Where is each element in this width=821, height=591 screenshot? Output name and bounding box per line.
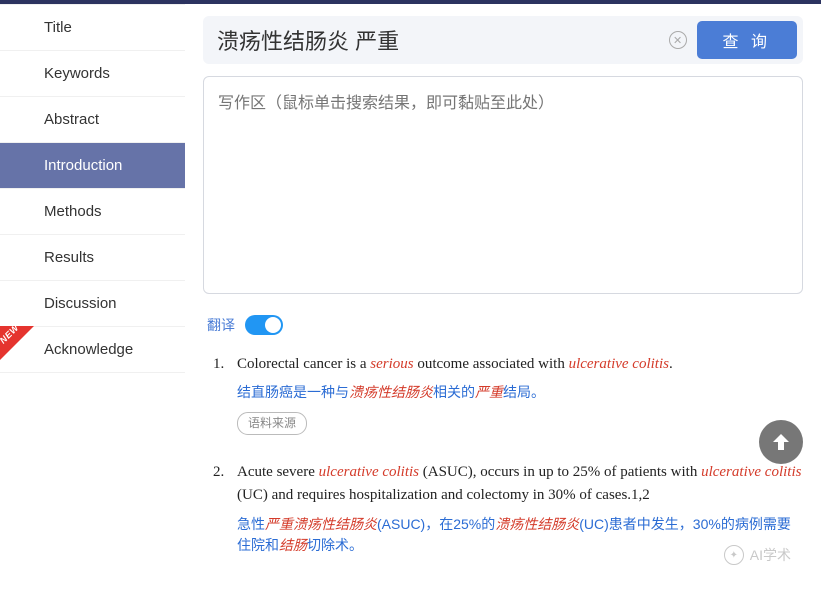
sidebar-item-abstract[interactable]: Abstract [0, 97, 185, 143]
result-text: Acute severe ulcerative colitis (ASUC), … [237, 464, 801, 503]
new-badge: NEW [0, 326, 34, 360]
result-item[interactable]: 2. Acute severe ulcerative colitis (ASUC… [213, 461, 803, 557]
result-text: Colorectal cancer is a serious outcome a… [237, 356, 673, 372]
result-number: 1. [213, 353, 237, 435]
sidebar-item-methods[interactable]: Methods [0, 189, 185, 235]
translate-row: 翻译 [207, 315, 803, 335]
translate-toggle[interactable] [245, 315, 283, 335]
sidebar-item-discussion[interactable]: Discussion [0, 281, 185, 327]
result-item[interactable]: 1. Colorectal cancer is a serious outcom… [213, 353, 803, 435]
watermark: ✦ AI学术 [724, 545, 791, 565]
sidebar-item-results[interactable]: Results [0, 235, 185, 281]
source-button[interactable]: 语料来源 [237, 412, 307, 435]
search-bar: ✕ 查 询 [203, 16, 803, 64]
write-area[interactable] [203, 76, 803, 294]
main-panel: ✕ 查 询 翻译 1. Colorectal cancer is a serio… [185, 4, 821, 591]
results-list: 1. Colorectal cancer is a serious outcom… [203, 353, 803, 557]
arrow-up-icon [769, 430, 793, 454]
search-input[interactable] [217, 27, 659, 53]
translate-label: 翻译 [207, 315, 235, 335]
sidebar-item-introduction[interactable]: Introduction [0, 143, 185, 189]
scroll-top-button[interactable] [759, 420, 803, 464]
sidebar-item-keywords[interactable]: Keywords [0, 51, 185, 97]
result-translation: 结直肠癌是一种与溃疡性结肠炎相关的严重结局。 [237, 382, 803, 404]
result-number: 2. [213, 461, 237, 557]
search-button[interactable]: 查 询 [697, 21, 797, 59]
result-translation: 急性严重溃疡性结肠炎(ASUC)，在25%的溃疡性结肠炎(UC)患者中发生，30… [237, 514, 803, 557]
clear-icon[interactable]: ✕ [669, 31, 687, 49]
wechat-icon: ✦ [724, 545, 744, 565]
sidebar: Title Keywords Abstract Introduction Met… [0, 4, 185, 591]
sidebar-item-title[interactable]: Title [0, 4, 185, 51]
